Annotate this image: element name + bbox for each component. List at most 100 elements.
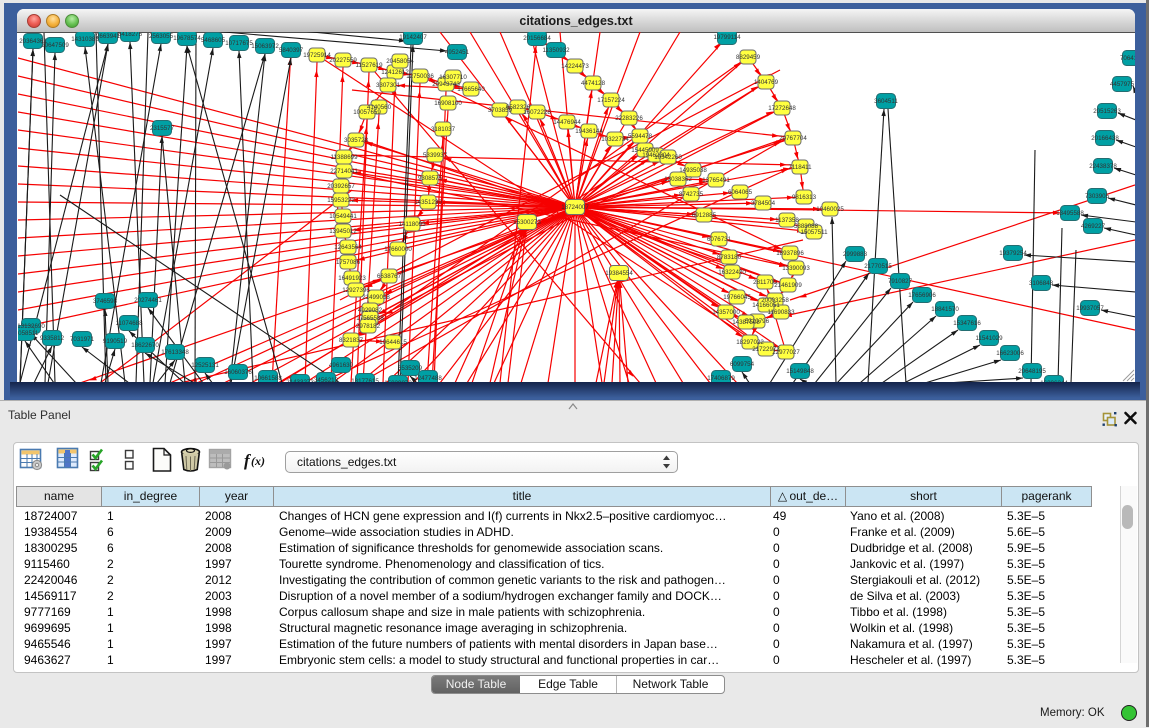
svg-text:6535209: 6535209 [398,365,423,372]
svg-text:2978182: 2978182 [356,323,381,330]
svg-text:13038362: 13038362 [664,176,692,183]
svg-text:10342260: 10342260 [654,154,682,161]
svg-text:6638767: 6638767 [377,273,402,280]
svg-text:19937057: 19937057 [1076,305,1104,312]
svg-text:9335812: 9335812 [40,335,65,342]
svg-text:16072228: 16072228 [523,109,551,116]
svg-text:19678574: 19678574 [173,35,201,42]
svg-text:19436144: 19436144 [575,128,603,135]
svg-text:22977027: 22977027 [772,349,800,356]
svg-text:13945012: 13945012 [329,228,357,235]
svg-text:1404769: 1404769 [754,79,779,86]
svg-text:22714041: 22714041 [330,168,358,175]
svg-text:14476944: 14476944 [553,119,581,126]
svg-text:10549441: 10549441 [329,213,357,220]
svg-text:18937896: 18937896 [776,250,804,257]
svg-text:21499058: 21499058 [362,294,390,301]
svg-text:14357000: 14357000 [712,309,740,316]
svg-text:12750036: 12750036 [406,73,434,80]
svg-text:21770515: 21770515 [864,263,892,270]
svg-text:3604511: 3604511 [874,98,898,105]
svg-text:2663941: 2663941 [96,33,121,40]
svg-text:16491923: 16491923 [338,275,366,282]
svg-text:4929082: 4929082 [358,307,383,314]
svg-text:11350932: 11350932 [542,47,570,54]
svg-text:8321837: 8321837 [339,337,364,344]
svg-text:(x): (x) [251,454,265,468]
svg-text:19142407: 19142407 [399,34,427,41]
svg-text:15149848: 15149848 [786,368,814,375]
svg-text:9816313: 9816313 [792,194,817,201]
svg-text:17406879: 17406879 [707,375,735,382]
svg-text:2811700: 2811700 [753,279,777,286]
svg-text:22438378: 22438378 [1089,163,1117,170]
svg-text:13132690: 13132690 [18,323,45,330]
svg-text:5339937: 5339937 [423,152,448,159]
svg-text:2999883: 2999883 [843,251,868,258]
svg-text:15300273: 15300273 [513,219,541,226]
svg-text:3035728: 3035728 [344,137,369,144]
svg-text:10057659: 10057659 [353,109,381,116]
svg-text:3307301: 3307301 [376,82,401,89]
svg-text:7303905: 7303905 [1085,193,1110,200]
svg-text:21461909: 21461909 [774,282,802,289]
svg-text:8829459: 8829459 [736,54,761,61]
svg-text:16623006: 16623006 [996,350,1024,357]
svg-text:19379254: 19379254 [999,250,1027,257]
svg-text:14224473: 14224473 [561,63,589,70]
svg-text:20647509: 20647509 [41,42,69,49]
svg-text:15057511: 15057511 [800,229,828,236]
svg-text:16206344: 16206344 [1040,380,1068,382]
svg-text:11388699: 11388699 [330,154,358,161]
svg-text:15063972: 15063972 [251,43,279,50]
svg-text:9190519: 9190519 [103,338,128,345]
svg-text:2563055: 2563055 [149,33,174,40]
svg-text:14387508: 14387508 [732,319,760,326]
svg-text:20515263: 20515263 [1093,108,1121,115]
svg-text:20648195: 20648195 [1018,368,1046,375]
svg-text:19384554: 19384554 [605,270,633,277]
svg-text:11527619: 11527619 [355,62,383,69]
svg-text:17157224: 17157224 [597,97,625,104]
svg-text:3746598: 3746598 [93,298,118,305]
svg-text:20767704: 20767704 [779,135,807,142]
svg-text:5840397: 5840397 [279,47,304,54]
svg-text:17656906: 17656906 [908,292,936,299]
svg-text:17613348: 17613348 [161,349,189,356]
svg-text:18297022: 18297022 [736,339,764,346]
svg-text:5468605: 5468605 [201,37,226,44]
svg-text:4269227: 4269227 [1081,223,1106,230]
svg-text:17660000: 17660000 [384,246,412,253]
svg-text:20227559: 20227559 [329,57,357,64]
svg-text:3106848: 3106848 [1029,280,1054,287]
svg-text:14118095: 14118095 [398,221,426,228]
svg-text:20943743: 20943743 [432,81,460,88]
svg-text:8418275: 8418275 [118,32,143,38]
svg-text:8742735: 8742735 [679,191,704,198]
svg-text:12525131: 12525131 [191,362,219,369]
svg-text:7910827: 7910827 [888,278,913,285]
svg-text:11690833: 11690833 [767,309,795,316]
svg-text:10322734: 10322734 [601,136,629,143]
svg-text:4474128: 4474128 [581,80,606,87]
svg-text:15953222: 15953222 [327,197,355,204]
svg-text:21433273: 21433273 [286,379,314,382]
svg-text:6076731: 6076731 [707,236,732,243]
svg-text:20392657: 20392657 [327,183,355,190]
svg-text:6064065: 6064065 [728,189,753,196]
svg-text:15029873: 15029873 [384,380,412,382]
svg-text:20156684: 20156684 [523,35,551,42]
svg-text:4952451: 4952451 [445,49,470,56]
svg-text:13390093: 13390093 [782,265,810,272]
svg-text:6099754: 6099754 [730,361,755,368]
svg-text:19766045: 19766045 [723,294,751,301]
svg-text:12477488: 12477488 [414,375,442,382]
svg-text:18724007: 18724007 [561,204,589,211]
svg-text:17665640: 17665640 [457,86,485,93]
svg-text:11541029: 11541029 [975,335,1003,342]
svg-text:16307710: 16307710 [439,74,467,81]
svg-text:7118411: 7118411 [788,164,812,171]
svg-text:19725914: 19725914 [303,52,331,59]
svg-text:14166051: 14166051 [752,302,780,309]
svg-text:11058511: 11058511 [18,330,39,337]
